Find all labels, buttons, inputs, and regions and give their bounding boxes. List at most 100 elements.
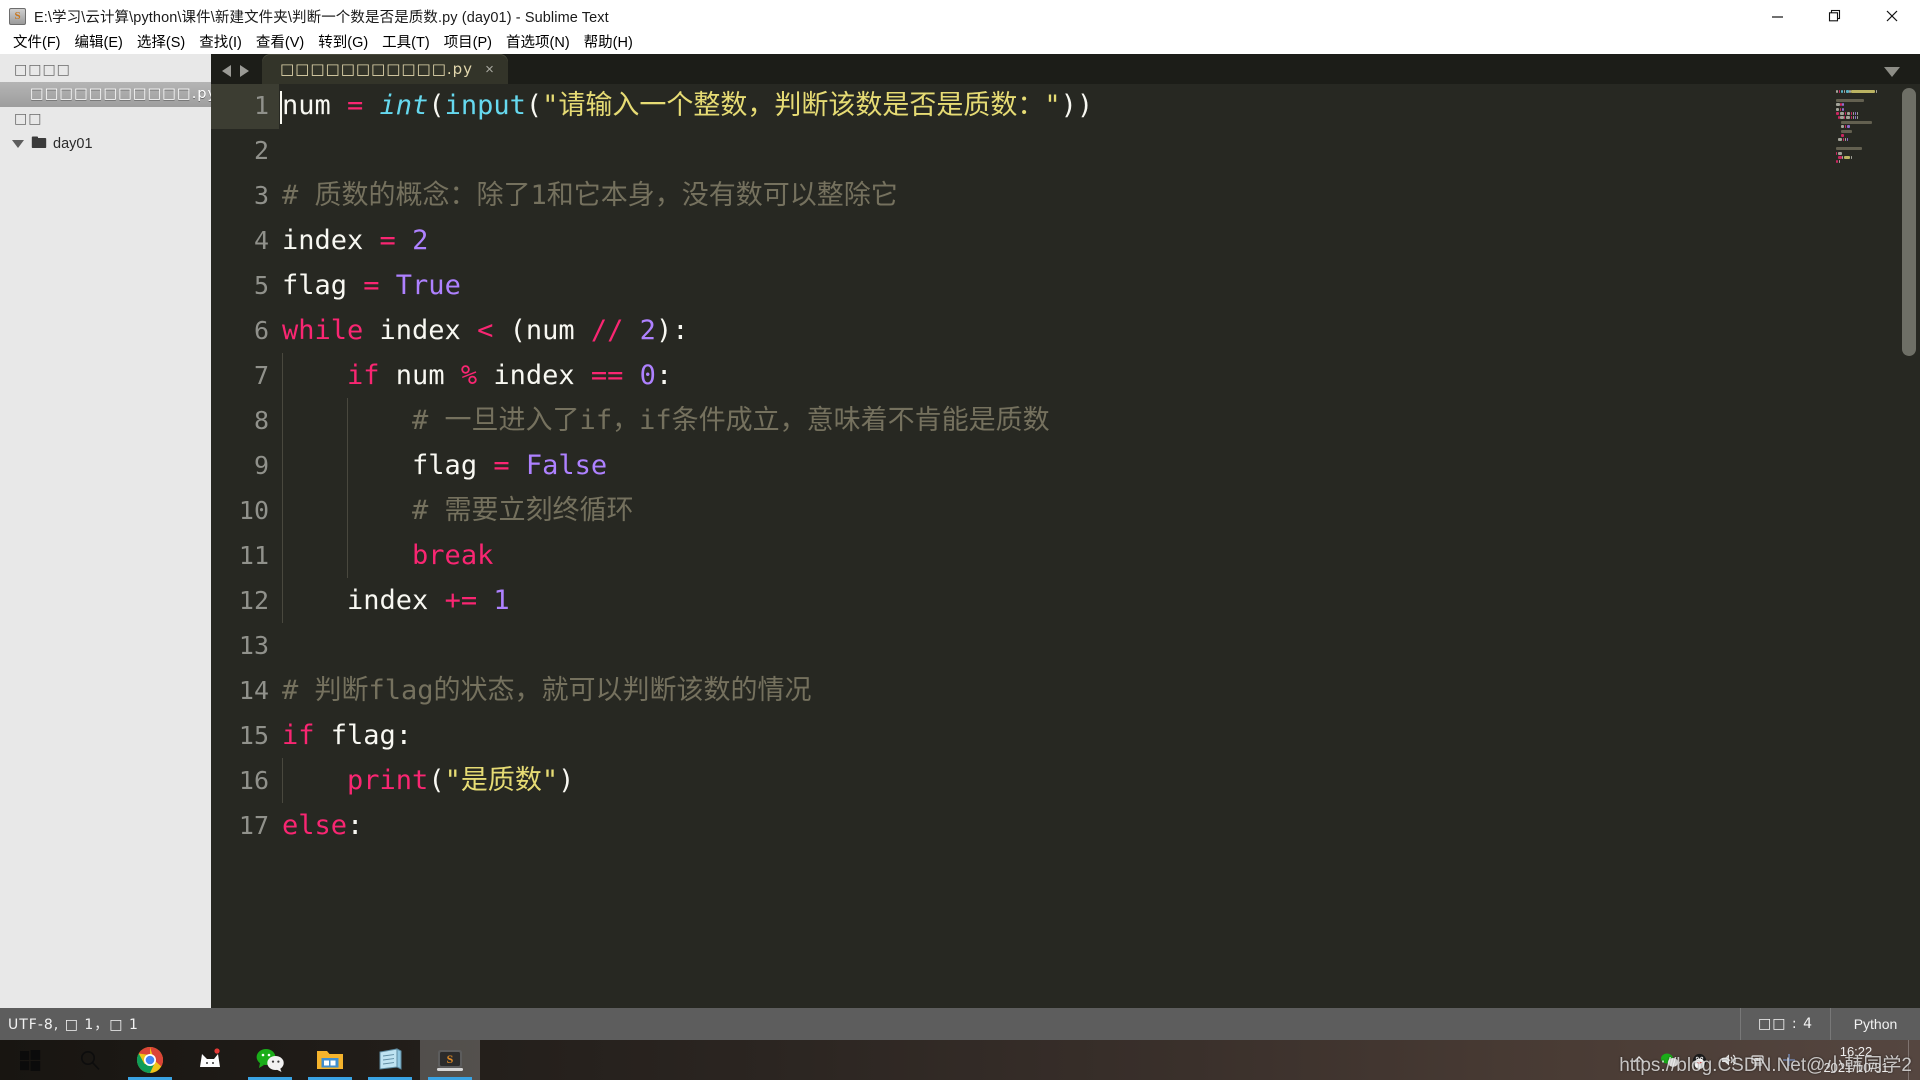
search-icon[interactable] (60, 1040, 120, 1080)
code-token: ( (428, 90, 445, 121)
code-line[interactable]: # 质数的概念：除了1和它本身，没有数可以整除它 (282, 173, 898, 218)
status-indentation[interactable]: □□ : 4 (1740, 1008, 1830, 1040)
code-token: ( (428, 765, 445, 796)
show-hidden-icons-chevron[interactable] (1624, 1040, 1654, 1080)
line-number: 9 (253, 451, 269, 480)
minimap[interactable] (1834, 84, 1896, 1008)
menu-project[interactable]: 项目(P) (437, 32, 499, 54)
minimap-line-segment (1836, 107, 1840, 111)
code-line[interactable]: break (282, 533, 493, 578)
code-line[interactable]: print("是质数") (282, 758, 574, 803)
code-token: print (347, 765, 429, 796)
code-token: # 判断flag的状态，就可以判断该数的情况 (282, 675, 812, 706)
minimize-button[interactable] (1749, 0, 1806, 32)
show-desktop-button[interactable] (1908, 1040, 1920, 1080)
code-line[interactable]: flag = True (282, 263, 461, 308)
code-line[interactable]: while index < (num // 2): (282, 308, 688, 353)
sidebar-folder-day01[interactable]: 🖿 day01 (0, 131, 211, 156)
code-token: flag (282, 270, 364, 301)
minimap-line-segment (1840, 134, 1845, 137)
indent-guide (282, 353, 283, 398)
wechat-tray-icon[interactable] (1654, 1040, 1684, 1080)
menu-file[interactable]: 文件(F) (6, 32, 68, 54)
status-bar: UTF-8, □ 1，□ 1 □□ : 4 Python (0, 1008, 1920, 1040)
menu-tools[interactable]: 工具(T) (375, 32, 437, 54)
code-line[interactable]: # 需要立刻终循环 (282, 488, 634, 533)
code-line[interactable]: num = int(input("请输入一个整数，判断该数是否是质数：")) (282, 84, 1093, 128)
minimap-line-segment (1844, 112, 1847, 115)
ime-icon[interactable] (1774, 1040, 1804, 1080)
indent-guide (347, 488, 348, 533)
minimap-line-segment (1840, 129, 1852, 133)
tab-active-file[interactable]: □□□□□□□□□□□.py × (262, 54, 508, 84)
minimap-line-segment (1836, 147, 1862, 151)
minimap-line-segment (1839, 107, 1842, 111)
menu-view[interactable]: 查看(V) (249, 32, 311, 54)
minimap-line-segment (1838, 138, 1843, 142)
vertical-scrollbar[interactable] (1898, 84, 1920, 1008)
network-icon[interactable] (1744, 1040, 1774, 1080)
code-line[interactable]: # 判断flag的状态，就可以判断该数的情况 (282, 668, 812, 713)
code-token: ( (525, 90, 543, 121)
tab-close-icon[interactable]: × (485, 62, 494, 77)
sublime-text-icon[interactable]: S (420, 1040, 480, 1080)
code-content[interactable]: num = int(input("请输入一个整数，判断该数是否是质数：")) # … (279, 84, 1920, 1008)
windows-start-icon[interactable] (0, 1040, 60, 1080)
code-token: while (282, 315, 364, 346)
close-button[interactable] (1863, 0, 1920, 32)
code-line[interactable]: index = 2 (282, 218, 428, 263)
minimap-line-segment (1844, 125, 1846, 129)
menu-goto[interactable]: 转到(G) (311, 32, 375, 54)
line-number: 5 (253, 271, 269, 300)
code-line[interactable]: if flag: (282, 713, 412, 758)
menu-find[interactable]: 查找(I) (192, 32, 249, 54)
notepad-icon[interactable] (360, 1040, 420, 1080)
code-editor[interactable]: 1 2 3 4 5 6 7 8 9 10 11 12 13 14 15 16 17 num = int(inpu… (211, 84, 1920, 1008)
sidebar-open-file-item[interactable]: □□□□□□□□□□□.py (0, 82, 216, 107)
line-number: 12 (238, 586, 269, 615)
minimap-line-segment (1840, 125, 1845, 129)
scrollbar-thumb[interactable] (1902, 88, 1916, 356)
sidebar-open-files-header: □□□□ (14, 62, 71, 78)
status-cursor-position: UTF-8, □ 1，□ 1 (8, 1017, 139, 1033)
folder-icon: 🖿 (31, 135, 48, 152)
arrow-right-icon[interactable] (240, 65, 249, 77)
volume-icon[interactable] (1714, 1040, 1744, 1080)
menu-selection[interactable]: 选择(S) (130, 32, 192, 54)
taskbar-clock[interactable]: 16:22 2021/10/31 (1804, 1040, 1908, 1080)
code-token: break (412, 540, 494, 571)
minimap-line-segment (1846, 138, 1848, 142)
chrome-icon[interactable] (120, 1040, 180, 1080)
menu-preferences[interactable]: 首选项(N) (499, 32, 577, 54)
code-line[interactable]: if num % index == 0: (282, 353, 672, 398)
chevron-down-icon[interactable] (1884, 67, 1900, 77)
cat-app-icon[interactable] (180, 1040, 240, 1080)
code-token: "是质数" (444, 765, 559, 796)
code-line[interactable]: # 一旦进入了if，if条件成立，意味着不肯能是质数 (282, 398, 1050, 443)
status-syntax[interactable]: Python (1830, 1008, 1920, 1040)
code-token: : (347, 810, 364, 841)
arrow-left-icon[interactable] (222, 65, 231, 77)
restore-button[interactable] (1806, 0, 1863, 32)
code-token: num (282, 90, 348, 121)
code-line[interactable]: flag = False (282, 443, 607, 488)
code-token: == (590, 360, 624, 391)
menu-help[interactable]: 帮助(H) (577, 32, 640, 54)
code-line[interactable]: index += 1 (282, 578, 510, 623)
code-token: = (363, 270, 396, 301)
minimap-line-segment (1836, 160, 1839, 164)
expand-triangle-icon[interactable] (12, 140, 24, 148)
qq-tray-icon[interactable] (1684, 1040, 1714, 1080)
code-token: += (444, 585, 478, 616)
menu-edit[interactable]: 编辑(E) (68, 32, 130, 54)
tab-bar: □□□□□□□□□□□.py × (211, 54, 1920, 84)
code-line[interactable]: else: (282, 803, 363, 848)
wechat-icon[interactable] (240, 1040, 300, 1080)
indent-guide (282, 578, 283, 623)
code-token: // (590, 315, 624, 346)
file-explorer-icon[interactable] (300, 1040, 360, 1080)
code-token: : (655, 360, 673, 391)
minimap-line-segment (1843, 90, 1845, 93)
